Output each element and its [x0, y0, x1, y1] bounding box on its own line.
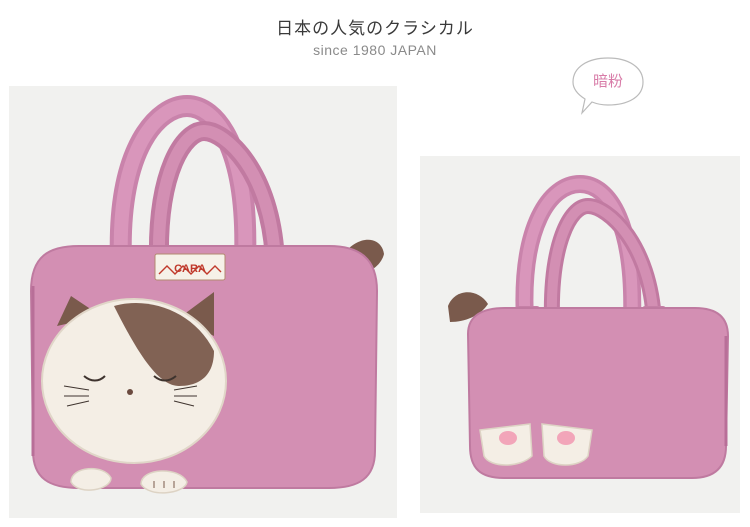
- bag-back-photo: [420, 156, 740, 513]
- color-variant-label: 暗粉: [592, 72, 623, 90]
- bag-front-photo: CARA: [9, 86, 397, 518]
- brand-tag-text: CARA: [174, 263, 206, 275]
- page-title: 日本の人気のクラシカル: [276, 19, 474, 39]
